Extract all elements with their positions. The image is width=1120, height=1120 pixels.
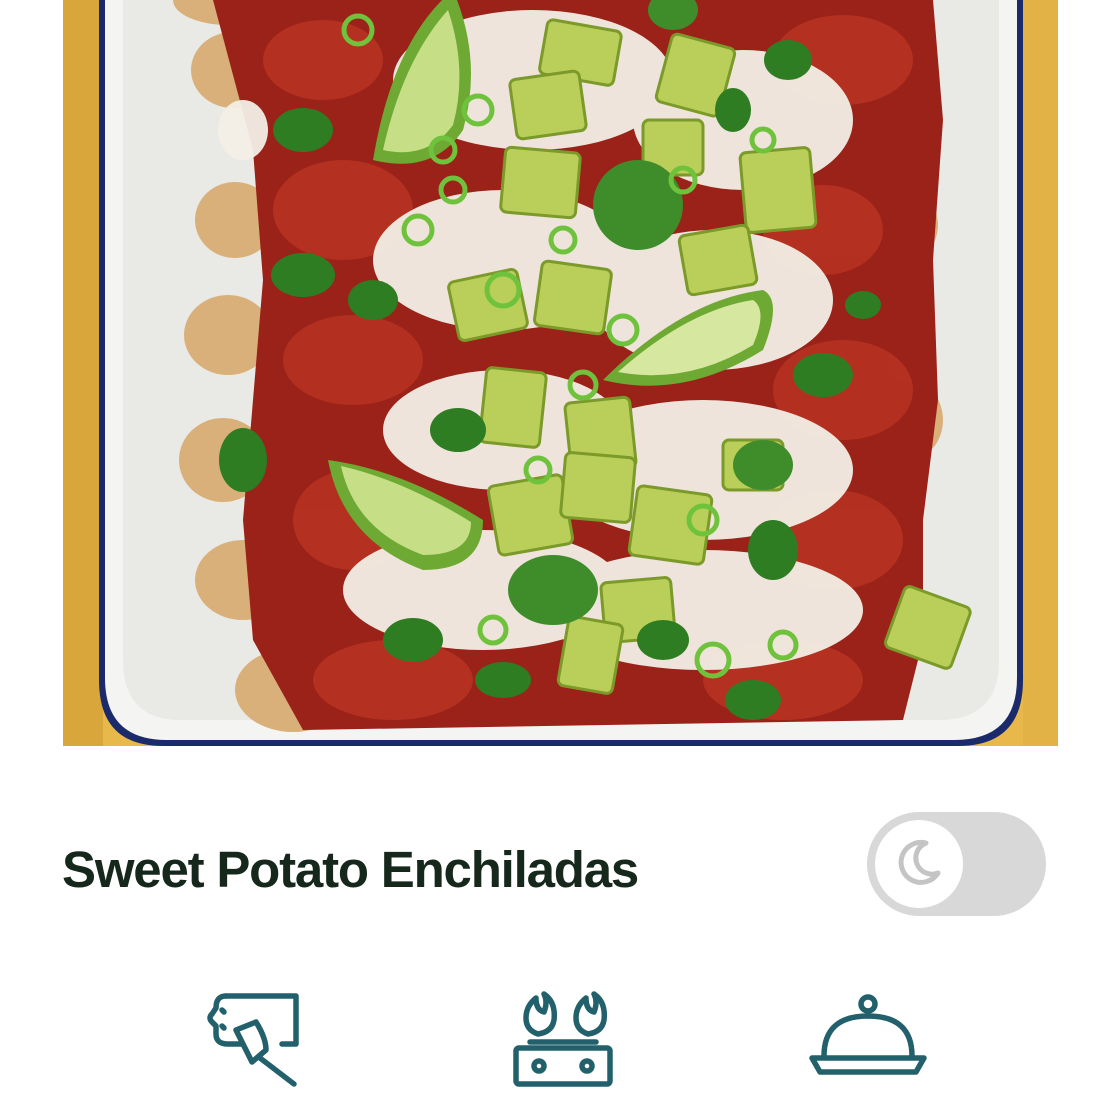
recipe-title: Sweet Potato Enchiladas bbox=[62, 841, 639, 898]
recipe-hero-image bbox=[63, 0, 1058, 746]
prep-tab-button[interactable] bbox=[200, 988, 310, 1088]
cutting-board-knife-icon bbox=[200, 993, 310, 1092]
dark-mode-toggle[interactable] bbox=[867, 812, 1046, 916]
hob-flames-icon bbox=[508, 991, 618, 1092]
serving-cloche-icon bbox=[806, 994, 930, 1088]
toggle-knob bbox=[875, 820, 963, 908]
recipe-screen: Sweet Potato Enchiladas bbox=[0, 0, 1120, 1120]
serve-tab-button[interactable] bbox=[806, 992, 930, 1084]
cook-tab-button[interactable] bbox=[508, 988, 618, 1088]
moon-icon bbox=[896, 839, 942, 890]
